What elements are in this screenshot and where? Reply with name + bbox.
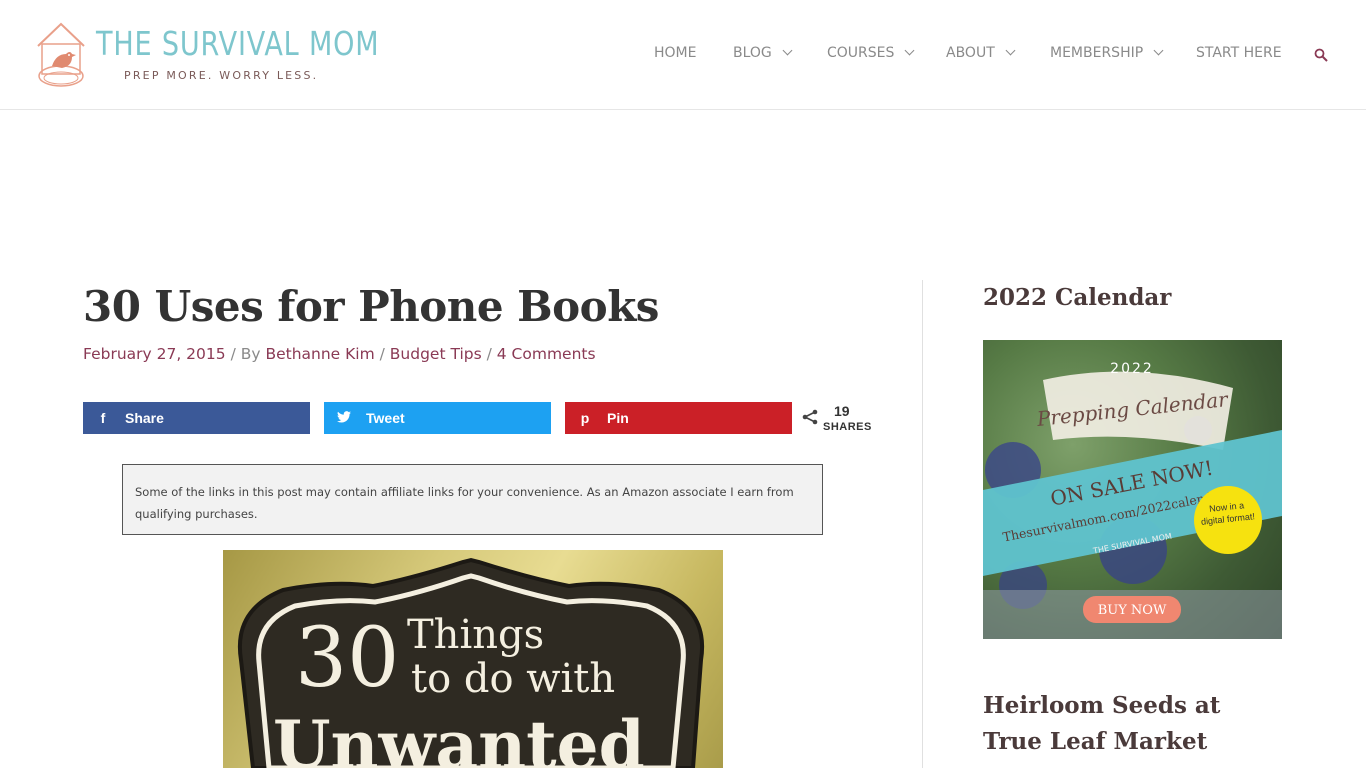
chevron-down-icon [1005, 45, 1016, 56]
twitter-share-label: Tweet [366, 410, 405, 426]
logo-tagline: PREP MORE. WORRY LESS. [124, 69, 319, 82]
ad-year: 2022 [1110, 361, 1154, 377]
nav-home[interactable]: HOME [654, 45, 696, 61]
facebook-share-button[interactable]: f Share [83, 402, 310, 434]
affiliate-disclosure: Some of the links in this post may conta… [122, 464, 823, 535]
post-meta: February 27, 2015 / By Bethanne Kim / Bu… [83, 345, 596, 363]
nav-blog-label: BLOG [733, 45, 772, 61]
nav-start-here-label: START HERE [1196, 45, 1282, 61]
sidebar-calendar-heading: 2022 Calendar [983, 284, 1172, 311]
post-date-link[interactable]: February 27, 2015 [83, 345, 226, 363]
chevron-down-icon [1153, 45, 1164, 56]
meta-separator: / [481, 345, 497, 363]
sidebar-divider [922, 280, 923, 768]
twitter-icon [324, 410, 364, 426]
author-link[interactable]: Bethanne Kim [265, 345, 374, 363]
nav-courses[interactable]: COURSES [827, 45, 915, 61]
post-featured-image: 30 Things to do with Unwanted [223, 550, 723, 768]
twitter-share-button[interactable]: Tweet [324, 402, 551, 434]
ad-buy-now-label: BUY NOW [1098, 603, 1167, 618]
nav-membership[interactable]: MEMBERSHIP [1050, 45, 1164, 61]
nav-about[interactable]: ABOUT [946, 45, 1016, 61]
pinterest-pin-label: Pin [607, 410, 629, 426]
meta-separator: / By [225, 345, 266, 363]
share-count-label: SHARES [823, 421, 872, 433]
sidebar-seeds-heading: Heirloom Seeds at True Leaf Market [983, 692, 1221, 755]
calendar-ad-graphic: 2022 Prepping Calendar ON SALE NOW! Thes… [983, 361, 1282, 639]
hero-graphic: 30 Things to do with Unwanted [237, 557, 705, 768]
hero-number: 30 [295, 611, 399, 706]
chevron-down-icon [904, 45, 915, 56]
hero-word-things: Things [407, 612, 544, 658]
nav-courses-label: COURSES [827, 45, 895, 61]
ad-digital-badge: Now in a digital format! [1200, 500, 1256, 527]
facebook-icon: f [100, 410, 106, 426]
site-header: THE SURVIVAL MOM PREP MORE. WORRY LESS. … [0, 0, 1366, 110]
nav-about-label: ABOUT [946, 45, 995, 61]
chevron-down-icon [782, 45, 793, 56]
search-icon[interactable] [1314, 48, 1328, 62]
nav-blog[interactable]: BLOG [733, 45, 793, 61]
pinterest-pin-button[interactable]: p Pin [565, 402, 792, 434]
category-link[interactable]: Budget Tips [390, 345, 482, 363]
nav-start-here[interactable]: START HERE [1196, 45, 1282, 61]
comments-link[interactable]: 4 Comments [497, 345, 596, 363]
hero-to-do-with: to do with [411, 656, 615, 702]
calendar-ad-banner[interactable]: 2022 Prepping Calendar ON SALE NOW! Thes… [983, 340, 1282, 639]
hero-unwanted: Unwanted [273, 706, 645, 768]
share-icon [802, 409, 818, 425]
facebook-share-label: Share [125, 410, 164, 426]
share-count-number: 19 [834, 403, 850, 419]
pinterest-icon: p [580, 410, 590, 426]
meta-separator: / [374, 345, 390, 363]
share-count: 19 SHARES [802, 402, 882, 436]
nav-membership-label: MEMBERSHIP [1050, 45, 1144, 61]
post-title: 30 Uses for Phone Books [83, 282, 659, 331]
main-nav: HOME BLOG COURSES ABOUT MEMBERSHIP START… [0, 45, 1366, 65]
nav-home-label: HOME [654, 45, 697, 61]
